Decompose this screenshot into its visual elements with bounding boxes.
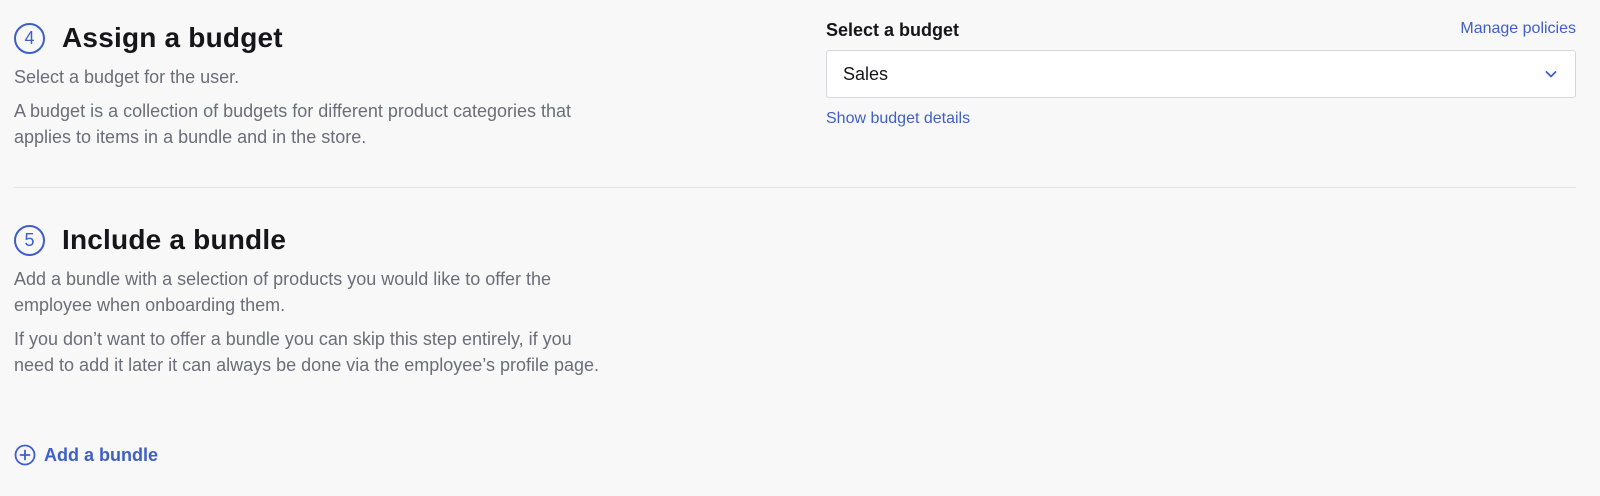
step-number: 4 (24, 27, 35, 48)
manage-policies-link[interactable]: Manage policies (1460, 20, 1576, 38)
section-detail: If you don’t want to offer a bundle you … (14, 329, 600, 375)
budget-select-value: Sales (843, 63, 889, 84)
budget-select-label: Select a budget (826, 20, 960, 40)
add-bundle-button[interactable]: Add a bundle (14, 444, 158, 466)
section-detail: A budget is a collection of budgets for … (14, 101, 572, 147)
plus-circle-icon (14, 444, 36, 466)
step-number: 5 (24, 229, 35, 250)
section-title: Assign a budget (62, 22, 283, 53)
include-bundle-header: 5 Include a bundle (14, 222, 1576, 258)
chevron-down-icon (1543, 66, 1559, 82)
section-description: Add a bundle with a selection of product… (14, 269, 552, 315)
budget-select[interactable]: Sales (826, 50, 1576, 98)
section-title: Include a bundle (62, 224, 287, 255)
section-description: Select a budget for the user. (14, 67, 240, 87)
step-number-badge: 4 (14, 22, 45, 54)
step-number-badge: 5 (14, 224, 45, 256)
include-bundle-section: 5 Include a bundle Add a bundle with a s… (14, 222, 1576, 378)
add-bundle-label: Add a bundle (44, 444, 158, 465)
section-divider (14, 187, 1576, 188)
show-budget-details-link[interactable]: Show budget details (826, 110, 970, 128)
